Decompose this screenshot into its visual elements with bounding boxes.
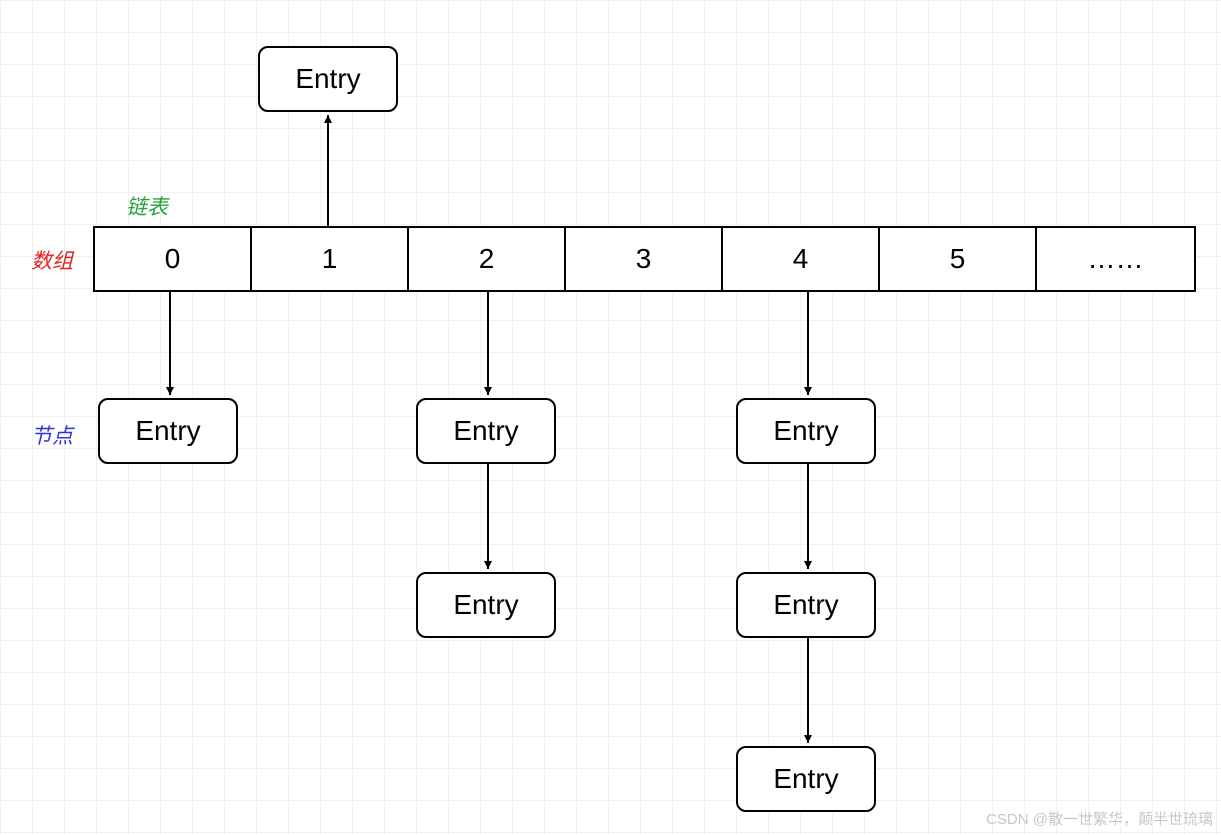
array-cell-5: 5 [880,228,1037,290]
array-cell-2: 2 [409,228,566,290]
array-cell-more: …… [1037,228,1194,290]
array-row: 0 1 2 3 4 5 …… [93,226,1196,292]
entry-c4-r2: Entry [736,746,876,812]
entry-c2-r0: Entry [416,398,556,464]
watermark: CSDN @散一世繁华，颠半世琉璃 [986,808,1213,829]
linked-list-label: 链表 [126,191,168,221]
node-label: 节点 [31,420,73,450]
entry-c4-r0: Entry [736,398,876,464]
entry-top: Entry [258,46,398,112]
array-label: 数组 [31,245,73,275]
array-cell-4: 4 [723,228,880,290]
entry-c0-r0: Entry [98,398,238,464]
array-cell-1: 1 [252,228,409,290]
array-cell-0: 0 [95,228,252,290]
entry-c4-r1: Entry [736,572,876,638]
entry-c2-r1: Entry [416,572,556,638]
array-cell-3: 3 [566,228,723,290]
